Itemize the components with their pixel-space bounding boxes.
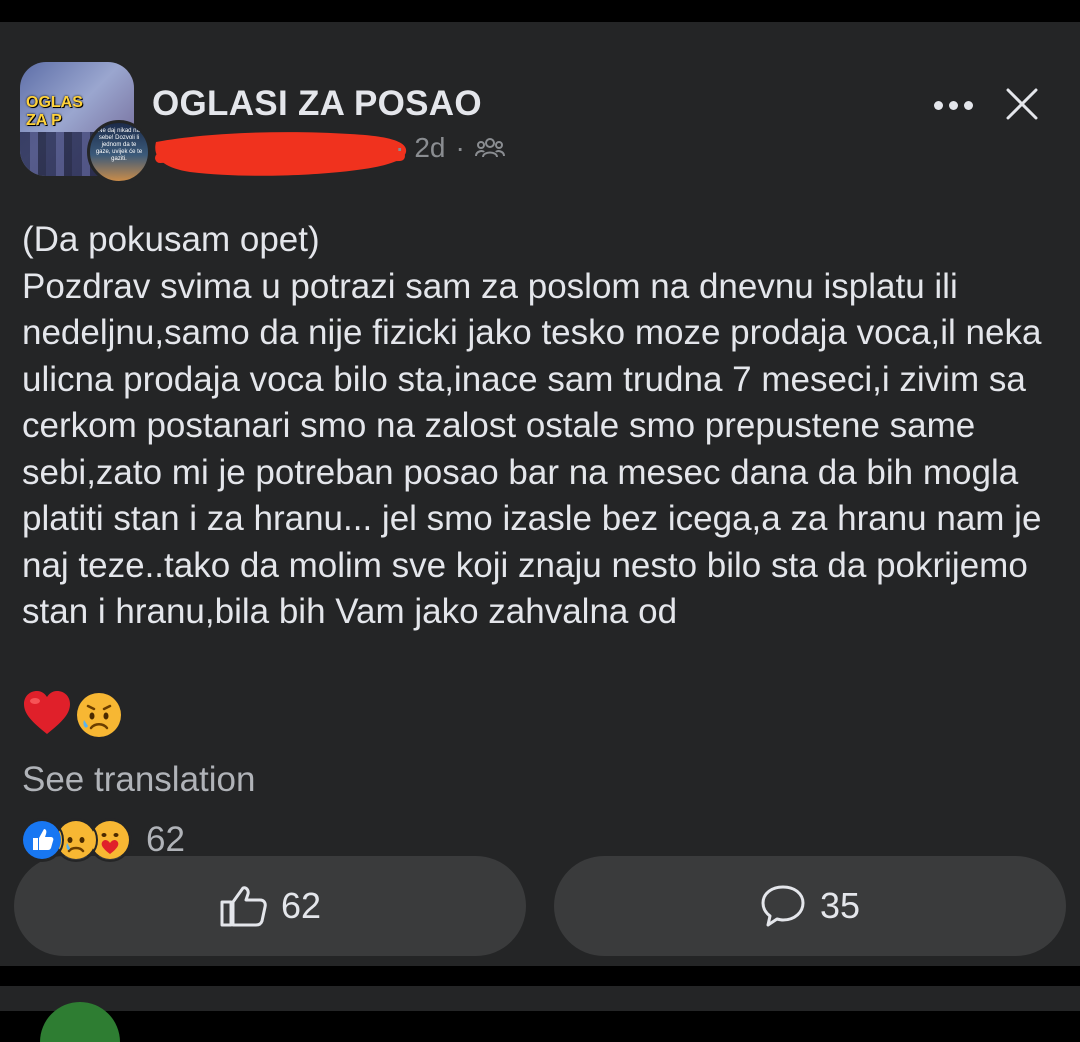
more-options-icon[interactable] <box>928 82 978 128</box>
post-time[interactable]: 2d <box>414 132 445 164</box>
user-avatar-quote: Ne daj nikad na sebe! Dozvoli li jednom … <box>95 128 143 162</box>
like-reaction-icon <box>20 818 64 862</box>
group-members-icon <box>474 138 505 158</box>
close-icon[interactable] <box>1002 84 1042 124</box>
group-avatar-logo: OGLAS ZA P <box>26 94 106 130</box>
next-post-card <box>0 986 1080 1011</box>
trailing-emojis <box>22 690 124 740</box>
comment-button[interactable]: 35 <box>554 856 1066 956</box>
thumbs-up-icon <box>220 886 267 927</box>
meta-separator-2: · <box>455 132 465 163</box>
reaction-count: 62 <box>146 820 185 859</box>
sad-face-icon <box>77 693 121 737</box>
like-count: 62 <box>280 885 322 926</box>
comment-count: 35 <box>819 885 861 926</box>
user-avatar[interactable]: Ne daj nikad na sebe! Dozvoli li jednom … <box>87 120 151 184</box>
redacted-author-name <box>155 132 407 176</box>
meta-separator: · <box>395 132 405 163</box>
see-translation-link[interactable]: See translation <box>22 760 255 800</box>
group-avatar-logo-line-1: OGLAS <box>26 94 83 111</box>
like-button[interactable]: 62 <box>14 856 526 956</box>
post-meta: · 2d · <box>395 132 505 164</box>
red-heart-icon <box>24 691 70 734</box>
post-card: OGLAS ZA P Ne daj nikad na sebe! Dozvoli… <box>0 22 1080 966</box>
group-name[interactable]: OGLASI ZA POSAO <box>152 84 482 124</box>
group-avatar-logo-line-2: ZA P <box>26 112 62 129</box>
comment-icon <box>761 885 805 927</box>
post-body-text: (Da pokusam opet) Pozdrav svima u potraz… <box>22 220 1042 631</box>
